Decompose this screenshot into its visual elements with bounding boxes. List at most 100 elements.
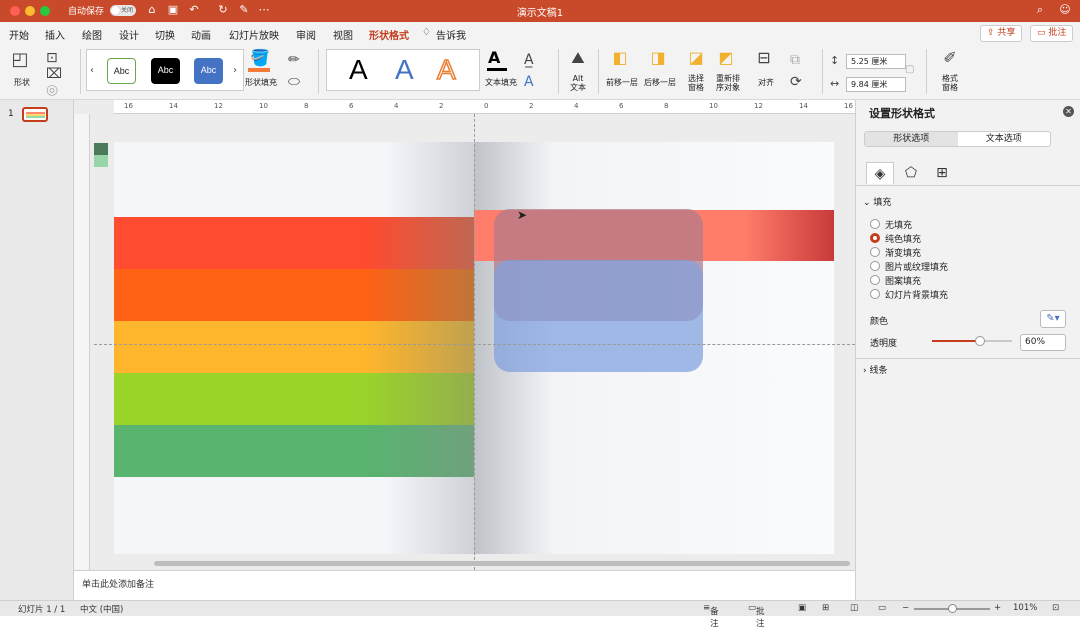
gallery-next-icon[interactable]: › xyxy=(233,63,237,79)
tab-tell-me[interactable]: 告诉我 xyxy=(436,27,466,42)
slide-thumbnail[interactable] xyxy=(22,107,48,122)
tab-view[interactable]: 视图 xyxy=(333,27,353,42)
language-indicator[interactable]: 中文 (中国) xyxy=(80,603,123,615)
notes-toggle[interactable]: ≡ 备注 xyxy=(703,603,719,629)
shape-effects-icon[interactable]: ⬭ xyxy=(288,74,300,90)
line-section-header[interactable]: › 线条 xyxy=(863,363,887,376)
horizontal-ruler: 16 14 12 10 8 6 4 2 0 2 4 6 8 10 12 14 16 xyxy=(114,100,855,114)
shapes-icon[interactable]: ◰ xyxy=(10,51,30,69)
align-icon[interactable]: ⊟ xyxy=(754,50,774,66)
tab-draw[interactable]: 绘图 xyxy=(82,27,102,42)
account-icon[interactable]: ☺ xyxy=(1058,3,1072,17)
zoom-slider-knob[interactable] xyxy=(948,604,957,613)
tab-shape-format[interactable]: 形状格式 xyxy=(369,27,409,47)
tab-slideshow[interactable]: 幻灯片放映 xyxy=(229,27,279,42)
alt-text-icon[interactable]: ⛰ xyxy=(566,50,590,66)
transparency-slider-knob[interactable] xyxy=(975,336,985,346)
fill-section-label: 填充 xyxy=(873,198,892,208)
zoom-level[interactable]: 101% xyxy=(1013,603,1037,613)
tab-design[interactable]: 设计 xyxy=(119,27,139,42)
color-band[interactable] xyxy=(114,217,474,269)
color-band[interactable] xyxy=(114,373,474,425)
reorder-objects-label: 重新排 序对象 xyxy=(716,74,740,92)
ruler-tick-label: 10 xyxy=(709,102,718,110)
tab-transitions[interactable]: 切换 xyxy=(155,27,175,42)
style-option-blue[interactable]: Abc xyxy=(194,58,223,84)
slide-thumbnail-pane: 1 xyxy=(0,100,74,600)
zoom-in-icon[interactable]: + xyxy=(994,603,1001,613)
color-band[interactable] xyxy=(114,425,474,477)
wordart-gallery: A A A xyxy=(326,49,480,91)
menu-bar: 开始 插入 绘图 设计 切换 动画 幻灯片放映 审阅 视图 形状格式 ♢ 告诉我… xyxy=(0,22,1080,47)
width-input[interactable]: 9.84 厘米 xyxy=(846,77,906,92)
gallery-prev-icon[interactable]: ‹ xyxy=(90,63,94,79)
radio-background-fill[interactable]: 幻灯片背景填充 xyxy=(870,288,948,301)
wordart-black[interactable]: A xyxy=(349,54,368,86)
notes-toggle-label: 备注 xyxy=(710,607,719,629)
text-options-tab[interactable]: 文本选项 xyxy=(958,132,1051,146)
search-icon[interactable]: ⌕ xyxy=(1033,3,1047,17)
wordart-orange-outline[interactable]: A xyxy=(436,53,456,86)
horizontal-scrollbar[interactable] xyxy=(154,561,850,566)
slideshow-icon[interactable]: ▭ xyxy=(878,603,886,613)
edit-shape-icon[interactable]: ⌧ xyxy=(46,66,62,82)
tab-home[interactable]: 开始 xyxy=(9,27,29,42)
ruler-tick-label: 8 xyxy=(664,102,669,110)
radio-picture-fill[interactable]: 图片或纹理填充 xyxy=(870,260,948,273)
text-effects-icon[interactable]: A xyxy=(524,74,534,90)
selection-pane-icon[interactable]: ◪ xyxy=(686,50,706,66)
fill-line-icon[interactable]: ◈ xyxy=(866,162,894,184)
effects-pentagon-icon[interactable]: ⬠ xyxy=(897,162,925,184)
alt-text-label: Alt 文本 xyxy=(570,74,586,92)
radio-solid-fill[interactable]: 纯色填充 xyxy=(870,232,921,245)
transparency-input[interactable]: 60% xyxy=(1020,334,1066,351)
color-band[interactable] xyxy=(114,321,474,373)
style-option-black[interactable]: Abc xyxy=(151,58,180,84)
radio-gradient-fill[interactable]: 渐变填充 xyxy=(870,246,921,259)
share-button[interactable]: ⇪ 共享 xyxy=(980,25,1023,42)
color-band[interactable] xyxy=(114,269,474,321)
slide-sorter-icon[interactable]: ⊞ xyxy=(822,603,829,613)
rotate-icon[interactable]: ⟳ xyxy=(790,74,802,90)
divider xyxy=(318,49,319,94)
lock-aspect-icon[interactable]: ▢ xyxy=(905,62,914,78)
text-fill-icon[interactable]: A xyxy=(488,50,500,66)
style-option-outline[interactable]: Abc xyxy=(107,58,136,84)
zoom-out-icon[interactable]: − xyxy=(902,603,909,613)
tab-animations[interactable]: 动画 xyxy=(191,27,211,42)
transparency-label: 透明度 xyxy=(870,339,898,349)
ruler-tick-label: 4 xyxy=(394,102,399,110)
comments-button[interactable]: ▭ 批注 xyxy=(1030,25,1074,42)
wordart-blue[interactable]: A xyxy=(395,54,414,86)
slide-editor[interactable]: 16 14 12 10 8 6 4 2 0 2 4 6 8 10 12 14 16 ➤ xyxy=(74,100,855,570)
comments-toggle[interactable]: ▭ 批注 xyxy=(748,603,765,629)
shape-outline-icon[interactable]: ✏ xyxy=(288,52,300,68)
tab-review[interactable]: 审阅 xyxy=(296,27,316,42)
mouse-cursor-icon: ➤ xyxy=(517,208,528,222)
send-backward-icon[interactable]: ◨ xyxy=(648,50,668,66)
format-pane-icon[interactable]: ✐ xyxy=(938,50,962,66)
bring-forward-icon[interactable]: ◧ xyxy=(610,50,630,66)
shape-options-tab[interactable]: 形状选项 xyxy=(865,132,958,146)
fit-to-window-icon[interactable]: ⊡ xyxy=(1052,603,1059,613)
close-pane-icon[interactable]: ✕ xyxy=(1063,106,1074,117)
height-input[interactable]: 5.25 厘米 xyxy=(846,54,906,69)
zoom-slider[interactable] xyxy=(914,604,990,613)
reorder-objects-icon[interactable]: ◩ xyxy=(716,50,736,66)
tab-insert[interactable]: 插入 xyxy=(45,27,65,42)
normal-view-icon[interactable]: ▣ xyxy=(798,603,806,613)
color-picker-button[interactable]: ✎▾ xyxy=(1040,310,1066,328)
reading-view-icon[interactable]: ◫ xyxy=(850,603,858,613)
radio-pattern-fill[interactable]: 图案填充 xyxy=(870,274,921,287)
rounded-rectangle-selected[interactable] xyxy=(494,260,703,372)
paint-bucket-icon[interactable]: 🪣 xyxy=(250,50,270,66)
fill-section-header[interactable]: ⌄ 填充 xyxy=(863,195,891,208)
transparency-slider[interactable] xyxy=(932,336,1012,346)
text-box-icon[interactable]: ⊡ xyxy=(46,50,58,66)
text-outline-icon[interactable]: A̲ xyxy=(524,52,534,68)
radio-no-fill[interactable]: 无填充 xyxy=(870,218,912,231)
line-section-label: 线条 xyxy=(869,366,888,376)
size-properties-icon[interactable]: ⊞ xyxy=(928,162,956,184)
lightbulb-icon: ♢ xyxy=(422,27,431,38)
notes-pane[interactable]: 单击此处添加备注 xyxy=(74,570,855,600)
